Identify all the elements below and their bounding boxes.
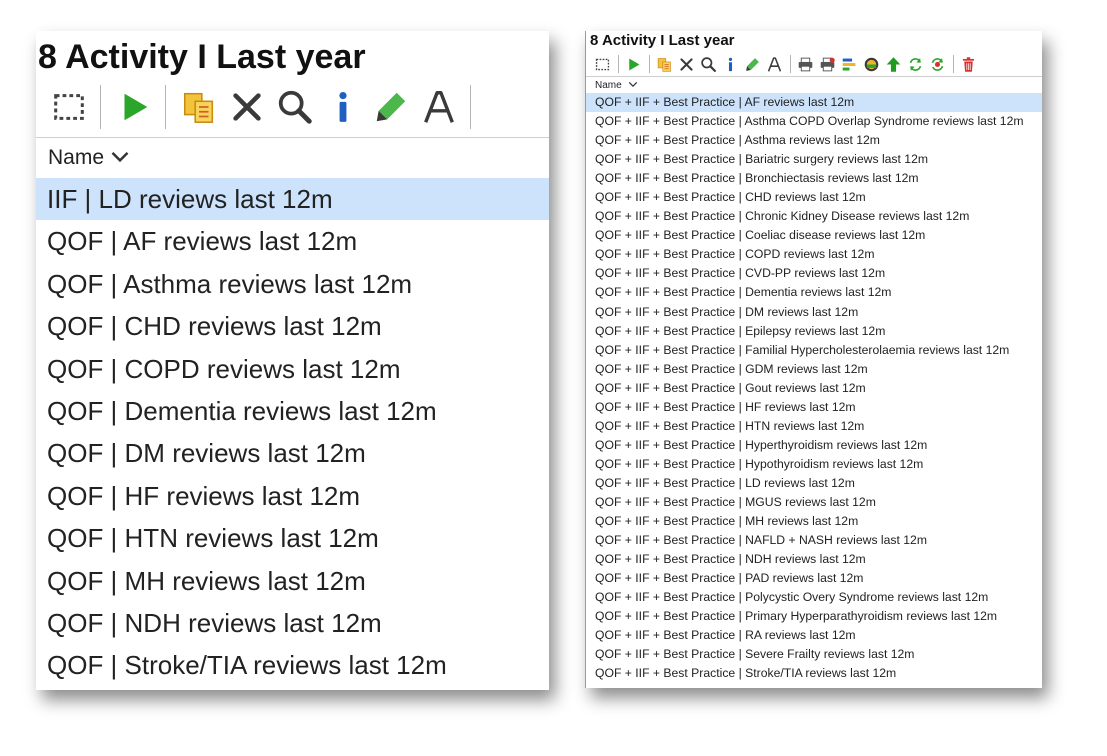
list-item[interactable]: QOF + IIF + Best Practice | Asthma revie… bbox=[586, 131, 1042, 150]
list-item[interactable]: QOF + IIF + Best Practice | MH reviews l… bbox=[586, 512, 1042, 531]
edit-icon[interactable] bbox=[368, 84, 414, 130]
list-item[interactable]: QOF + IIF + Best Practice | COPD reviews… bbox=[586, 245, 1042, 264]
list-item[interactable]: QOF + IIF + Best Practice | LD reviews l… bbox=[586, 474, 1042, 493]
select-icon[interactable] bbox=[46, 84, 92, 130]
edit-icon[interactable] bbox=[742, 54, 763, 74]
toolbar-separator bbox=[953, 55, 954, 73]
list-item[interactable]: QOF | DM reviews last 12m bbox=[36, 432, 549, 474]
run-icon[interactable] bbox=[111, 84, 157, 130]
export-icon[interactable] bbox=[839, 54, 860, 74]
report-list: QOF + IIF + Best Practice | AF reviews l… bbox=[586, 93, 1042, 683]
delete-icon[interactable] bbox=[224, 84, 270, 130]
toolbar-separator bbox=[790, 55, 791, 73]
chevron-down-icon bbox=[628, 80, 638, 91]
list-item[interactable]: QOF + IIF + Best Practice | RA reviews l… bbox=[586, 626, 1042, 645]
list-item[interactable]: QOF + IIF + Best Practice | Stroke/TIA r… bbox=[586, 664, 1042, 683]
toolbar-separator bbox=[649, 55, 650, 73]
search-icon[interactable] bbox=[272, 84, 318, 130]
list-item[interactable]: QOF + IIF + Best Practice | Familial Hyp… bbox=[586, 341, 1042, 360]
toolbar-separator bbox=[618, 55, 619, 73]
search-icon[interactable] bbox=[698, 54, 719, 74]
list-item[interactable]: QOF + IIF + Best Practice | Bronchiectas… bbox=[586, 169, 1042, 188]
list-item[interactable]: QOF + IIF + Best Practice | Hyperthyroid… bbox=[586, 436, 1042, 455]
list-item[interactable]: QOF + IIF + Best Practice | Coeliac dise… bbox=[586, 226, 1042, 245]
list-item[interactable]: QOF + IIF + Best Practice | Gout reviews… bbox=[586, 379, 1042, 398]
list-item[interactable]: QOF | HF reviews last 12m bbox=[36, 475, 549, 517]
list-item[interactable]: QOF + IIF + Best Practice | Bariatric su… bbox=[586, 150, 1042, 169]
list-item[interactable]: QOF + IIF + Best Practice | HTN reviews … bbox=[586, 417, 1042, 436]
list-item[interactable]: QOF + IIF + Best Practice | DM reviews l… bbox=[586, 303, 1042, 322]
info-icon[interactable] bbox=[720, 54, 741, 74]
toolbar-separator bbox=[165, 85, 166, 129]
copy-icon[interactable] bbox=[654, 54, 675, 74]
toolbar bbox=[36, 77, 549, 137]
report-list: IIF | LD reviews last 12m QOF | AF review… bbox=[36, 178, 549, 687]
schedule-icon[interactable] bbox=[861, 54, 882, 74]
print-icon[interactable] bbox=[795, 54, 816, 74]
select-icon[interactable] bbox=[592, 54, 613, 74]
list-item[interactable]: IIF | LD reviews last 12m bbox=[36, 178, 549, 221]
list-item[interactable]: QOF + IIF + Best Practice | Asthma COPD … bbox=[586, 112, 1042, 131]
toolbar bbox=[586, 52, 1042, 76]
rename-icon[interactable] bbox=[416, 84, 462, 130]
list-item[interactable]: QOF + IIF + Best Practice | HF reviews l… bbox=[586, 398, 1042, 417]
page-title: 8 Activity I Last year bbox=[590, 32, 735, 49]
list-item[interactable]: QOF + IIF + Best Practice | NAFLD + NASH… bbox=[586, 531, 1042, 550]
list-item[interactable]: QOF | Stroke/TIA reviews last 12m bbox=[36, 644, 549, 686]
list-item[interactable]: QOF | MH reviews last 12m bbox=[36, 560, 549, 602]
list-item[interactable]: QOF | AF reviews last 12m bbox=[36, 220, 549, 262]
column-header-label: Name bbox=[48, 146, 105, 169]
list-item[interactable]: QOF + IIF + Best Practice | PAD reviews … bbox=[586, 569, 1042, 588]
list-item[interactable]: QOF | Dementia reviews last 12m bbox=[36, 390, 549, 432]
list-item[interactable]: QOF + IIF + Best Practice | MGUS reviews… bbox=[586, 493, 1042, 512]
toolbar-separator bbox=[470, 85, 471, 129]
move-up-icon[interactable] bbox=[883, 54, 904, 74]
list-item[interactable]: QOF + IIF + Best Practice | Epilepsy rev… bbox=[586, 322, 1042, 341]
run-icon[interactable] bbox=[623, 54, 644, 74]
delete-icon[interactable] bbox=[676, 54, 697, 74]
list-item[interactable]: QOF | HTN reviews last 12m bbox=[36, 517, 549, 559]
print-red-icon[interactable] bbox=[817, 54, 838, 74]
list-item[interactable]: QOF + IIF + Best Practice | CVD-PP revie… bbox=[586, 264, 1042, 283]
column-header-label: Name bbox=[595, 79, 622, 91]
list-item[interactable]: QOF + IIF + Best Practice | NDH reviews … bbox=[586, 550, 1042, 569]
list-item[interactable]: QOF + IIF + Best Practice | Primary Hype… bbox=[586, 607, 1042, 626]
refresh-red-icon[interactable] bbox=[927, 54, 948, 74]
list-item[interactable]: QOF + IIF + Best Practice | Chronic Kidn… bbox=[586, 207, 1042, 226]
full-panel: 8 Activity I Last year Name QOF + IIF + … bbox=[585, 31, 1042, 688]
list-item[interactable]: QOF | Asthma reviews last 12m bbox=[36, 263, 549, 305]
list-item[interactable]: QOF + IIF + Best Practice | CHD reviews … bbox=[586, 188, 1042, 207]
list-item[interactable]: QOF + IIF + Best Practice | Dementia rev… bbox=[586, 283, 1042, 302]
list-item[interactable]: QOF + IIF + Best Practice | Hypothyroidi… bbox=[586, 455, 1042, 474]
trash-icon[interactable] bbox=[958, 54, 979, 74]
column-header-name[interactable]: Name bbox=[586, 76, 1042, 93]
list-item[interactable]: QOF | COPD reviews last 12m bbox=[36, 348, 549, 390]
list-item[interactable]: QOF + IIF + Best Practice | AF reviews l… bbox=[586, 93, 1042, 113]
list-item[interactable]: QOF | CHD reviews last 12m bbox=[36, 305, 549, 347]
zoomed-panel: 8 Activity I Last year Name IIF | LD rev… bbox=[36, 31, 549, 690]
list-item[interactable]: QOF + IIF + Best Practice | Polycystic O… bbox=[586, 588, 1042, 607]
column-header-name[interactable]: Name bbox=[36, 137, 549, 178]
list-item[interactable]: QOF + IIF + Best Practice | Severe Frail… bbox=[586, 645, 1042, 664]
copy-icon[interactable] bbox=[176, 84, 222, 130]
list-item[interactable]: QOF + IIF + Best Practice | GDM reviews … bbox=[586, 360, 1042, 379]
chevron-down-icon bbox=[110, 146, 130, 170]
toolbar-separator bbox=[100, 85, 101, 129]
list-item[interactable]: QOF | NDH reviews last 12m bbox=[36, 602, 549, 644]
rename-icon[interactable] bbox=[764, 54, 785, 74]
refresh-icon[interactable] bbox=[905, 54, 926, 74]
info-icon[interactable] bbox=[320, 84, 366, 130]
page-title: 8 Activity I Last year bbox=[38, 38, 366, 76]
